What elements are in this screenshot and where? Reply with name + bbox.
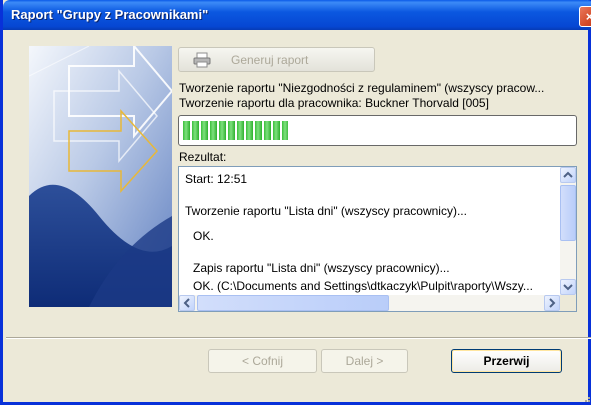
title-bar[interactable]: Raport "Grupy z Pracownikami" × [3,0,591,30]
log-line: OK. (C:\Documents and Settings\dtkaczyk\… [193,279,533,293]
window-title: Raport "Grupy z Pracownikami" [11,7,209,22]
generate-report-label: Generuj raport [231,53,309,67]
printer-icon [193,52,211,68]
generate-report-button[interactable]: Generuj raport [178,47,375,72]
result-label: Rezultat: [179,150,227,164]
arrow-down-icon [563,284,573,291]
scroll-up-button[interactable] [560,167,576,183]
abort-button[interactable]: Przerwij [451,349,562,373]
resize-grip-icon[interactable] [581,393,591,403]
scroll-down-button[interactable] [560,279,576,295]
wizard-banner-image [29,46,172,307]
log-line: Tworzenie raportu "Lista dni" (wszyscy p… [185,204,467,218]
report-dialog: Raport "Grupy z Pracownikami" × Generuj … [0,0,591,405]
horizontal-scroll-thumb[interactable] [197,295,389,311]
progress-bar [178,115,577,146]
log-line: OK. [193,229,214,243]
footer-separator [6,337,591,339]
close-icon: × [585,9,591,24]
result-log[interactable]: Start: 12:51 Tworzenie raportu "Lista dn… [178,166,577,312]
status-line-1: Tworzenie raportu "Niezgodności z regula… [179,81,545,95]
horizontal-scrollbar[interactable] [179,295,560,311]
back-button[interactable]: < Cofnij [208,349,317,373]
next-button[interactable]: Dalej > [321,349,408,373]
scroll-right-button[interactable] [544,295,560,311]
log-line: Zapis raportu "Lista dni" (wszyscy praco… [193,261,450,275]
arrow-left-icon [183,298,190,308]
log-line: Start: 12:51 [185,172,248,186]
progress-fill [183,121,289,140]
status-line-2: Tworzenie raportu dla pracownika: Buckne… [179,96,489,110]
vertical-scrollbar[interactable] [560,167,576,295]
result-log-content: Start: 12:51 Tworzenie raportu "Lista dn… [179,167,560,295]
close-button[interactable]: × [579,6,591,27]
vertical-scroll-thumb[interactable] [560,185,576,241]
arrow-right-icon [549,298,556,308]
arrow-up-icon [563,171,573,178]
scroll-left-button[interactable] [179,295,195,311]
scroll-corner [560,295,576,311]
